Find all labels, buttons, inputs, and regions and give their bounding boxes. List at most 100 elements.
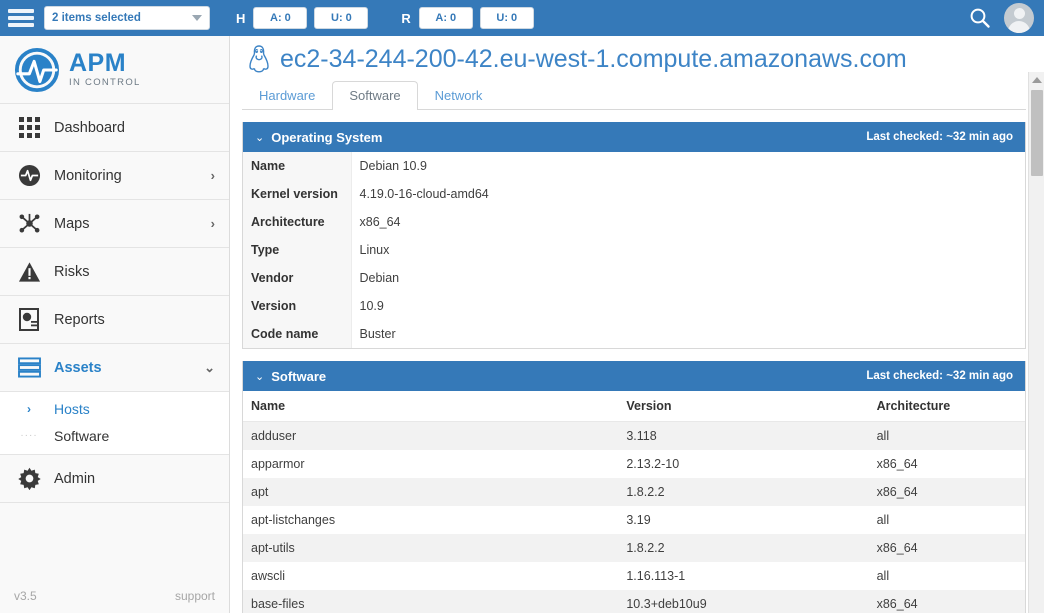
- table-row: Kernel version 4.19.0-16-cloud-amd64: [243, 180, 1025, 208]
- row-key: Code name: [243, 320, 352, 348]
- cell-architecture: x86_64: [876, 485, 918, 499]
- brand-logo[interactable]: APM IN CONTROL: [0, 36, 229, 104]
- table-row[interactable]: apt-utils 1.8.2.2 x86_64: [243, 534, 1025, 562]
- server-stack-icon: [14, 357, 44, 378]
- tree-connector-icon: ····: [20, 430, 38, 441]
- cell-version: 10.3+deb10u9: [626, 597, 707, 611]
- table-row[interactable]: apt-listchanges 3.19 all: [243, 506, 1025, 534]
- cell-architecture: all: [876, 429, 890, 443]
- cell-name: apparmor: [251, 457, 305, 471]
- operating-system-panel-header[interactable]: ⌄ Operating System Last checked: ~32 min…: [243, 122, 1025, 152]
- apm-pulse-logo-icon: [14, 47, 60, 92]
- table-row[interactable]: apt 1.8.2.2 x86_64: [243, 478, 1025, 506]
- tab-software[interactable]: Software: [332, 81, 418, 110]
- cell-name: adduser: [251, 429, 297, 443]
- cell-architecture: all: [876, 513, 890, 527]
- sidebar: APM IN CONTROL Dashboard Monitoring › Ma…: [0, 36, 230, 613]
- network-nodes-icon: [14, 212, 44, 235]
- cell-architecture: x86_64: [876, 457, 918, 471]
- table-row: Vendor Debian: [243, 264, 1025, 292]
- sidebar-subitem-label: Software: [54, 427, 110, 444]
- risk-counter-key: R: [401, 10, 411, 26]
- row-value: Debian: [359, 271, 400, 285]
- row-value: Buster: [359, 327, 396, 341]
- host-name-title: ec2-34-244-200-42.eu-west-1.compute.amaz…: [280, 44, 907, 73]
- sidebar-spacer: [0, 503, 229, 579]
- table-header-row: Name Version Architecture: [243, 391, 1025, 422]
- body-wrapper: APM IN CONTROL Dashboard Monitoring › Ma…: [0, 36, 1044, 613]
- software-table: Name Version Architecture adduser 3.118 …: [243, 391, 1025, 613]
- search-icon[interactable]: [968, 6, 992, 30]
- hamburger-bar: [8, 16, 34, 20]
- sidebar-item-dashboard[interactable]: Dashboard: [0, 104, 229, 152]
- table-row[interactable]: base-files 10.3+deb10u9 x86_64: [243, 590, 1025, 613]
- cell-version: 3.19: [626, 513, 651, 527]
- cell-name: apt-listchanges: [251, 513, 336, 527]
- sidebar-subitem-label: Hosts: [54, 400, 90, 417]
- software-panel-header[interactable]: ⌄ Software Last checked: ~32 min ago: [243, 361, 1025, 391]
- cell-name: apt-utils: [251, 541, 295, 555]
- tab-network[interactable]: Network: [418, 81, 500, 110]
- operating-system-panel: ⌄ Operating System Last checked: ~32 min…: [242, 122, 1026, 349]
- hamburger-menu-icon[interactable]: [8, 7, 34, 29]
- scroll-up-arrow-icon[interactable]: [1029, 72, 1044, 88]
- chevron-right-icon: ›: [210, 216, 215, 231]
- last-checked-label: Last checked: ~32 min ago: [866, 131, 1013, 143]
- hamburger-bar: [8, 23, 34, 27]
- monitoring-pulse-icon: [14, 164, 44, 187]
- sidebar-item-software[interactable]: ···· Software: [0, 422, 229, 449]
- gear-icon: [14, 467, 44, 490]
- table-row: Architecture x86_64: [243, 208, 1025, 236]
- host-unacknowledged-badge[interactable]: U: 0: [314, 7, 369, 29]
- warning-triangle-icon: [14, 261, 44, 283]
- column-header-architecture[interactable]: Architecture: [868, 391, 1025, 422]
- sidebar-item-hosts[interactable]: › Hosts: [0, 395, 229, 422]
- operating-system-table: Name Debian 10.9 Kernel version 4.19.0-1…: [243, 152, 1025, 348]
- sidebar-footer: v3.5 support: [0, 579, 229, 613]
- brand-tagline: IN CONTROL: [69, 77, 141, 89]
- cell-version: 1.16.113-1: [626, 569, 686, 583]
- table-row: Version 10.9: [243, 292, 1025, 320]
- chevron-down-icon: ⌄: [255, 370, 265, 383]
- user-avatar[interactable]: [1004, 3, 1034, 33]
- sidebar-item-risks[interactable]: Risks: [0, 248, 229, 296]
- items-selected-dropdown[interactable]: 2 items selected: [44, 6, 210, 30]
- sidebar-item-maps[interactable]: Maps ›: [0, 200, 229, 248]
- panel-title: Operating System: [271, 129, 383, 145]
- cell-name: awscli: [251, 569, 286, 583]
- cell-version: 1.8.2.2: [626, 541, 665, 555]
- top-bar-right: [968, 3, 1034, 33]
- cell-architecture: x86_64: [876, 597, 918, 611]
- support-link[interactable]: support: [175, 589, 215, 603]
- page-scrollbar[interactable]: [1028, 72, 1044, 613]
- sidebar-item-label: Maps: [54, 215, 90, 232]
- table-row[interactable]: apparmor 2.13.2-10 x86_64: [243, 450, 1025, 478]
- scrollbar-thumb[interactable]: [1031, 90, 1043, 176]
- sidebar-item-monitoring[interactable]: Monitoring ›: [0, 152, 229, 200]
- risk-unacknowledged-badge[interactable]: U: 0: [479, 7, 534, 29]
- app-version: v3.5: [14, 589, 37, 603]
- page-title: ec2-34-244-200-42.eu-west-1.compute.amaz…: [242, 36, 1026, 74]
- column-header-version[interactable]: Version: [618, 391, 869, 422]
- chevron-down-icon: ⌄: [255, 131, 265, 144]
- risk-acknowledged-badge[interactable]: A: 0: [418, 7, 473, 29]
- risk-counter-group: R A: 0 U: 0: [401, 7, 540, 29]
- sidebar-item-admin[interactable]: Admin: [0, 455, 229, 503]
- table-row[interactable]: adduser 3.118 all: [243, 421, 1025, 450]
- row-value: 10.9: [359, 299, 384, 313]
- table-row: Code name Buster: [243, 320, 1025, 348]
- host-acknowledged-badge[interactable]: A: 0: [253, 7, 308, 29]
- cell-version: 1.8.2.2: [626, 485, 665, 499]
- row-key: Architecture: [243, 208, 352, 236]
- cell-architecture: all: [876, 569, 890, 583]
- scroll-up-arrow-glyph: [1031, 77, 1042, 83]
- row-key: Kernel version: [243, 180, 352, 208]
- cell-name: base-files: [251, 597, 305, 611]
- column-header-name[interactable]: Name: [243, 391, 619, 422]
- sidebar-item-assets[interactable]: Assets ⌄: [0, 344, 229, 392]
- table-row[interactable]: awscli 1.16.113-1 all: [243, 562, 1025, 590]
- sidebar-item-label: Risks: [54, 263, 90, 280]
- table-row: Type Linux: [243, 236, 1025, 264]
- sidebar-item-reports[interactable]: Reports: [0, 296, 229, 344]
- tab-hardware[interactable]: Hardware: [242, 81, 332, 110]
